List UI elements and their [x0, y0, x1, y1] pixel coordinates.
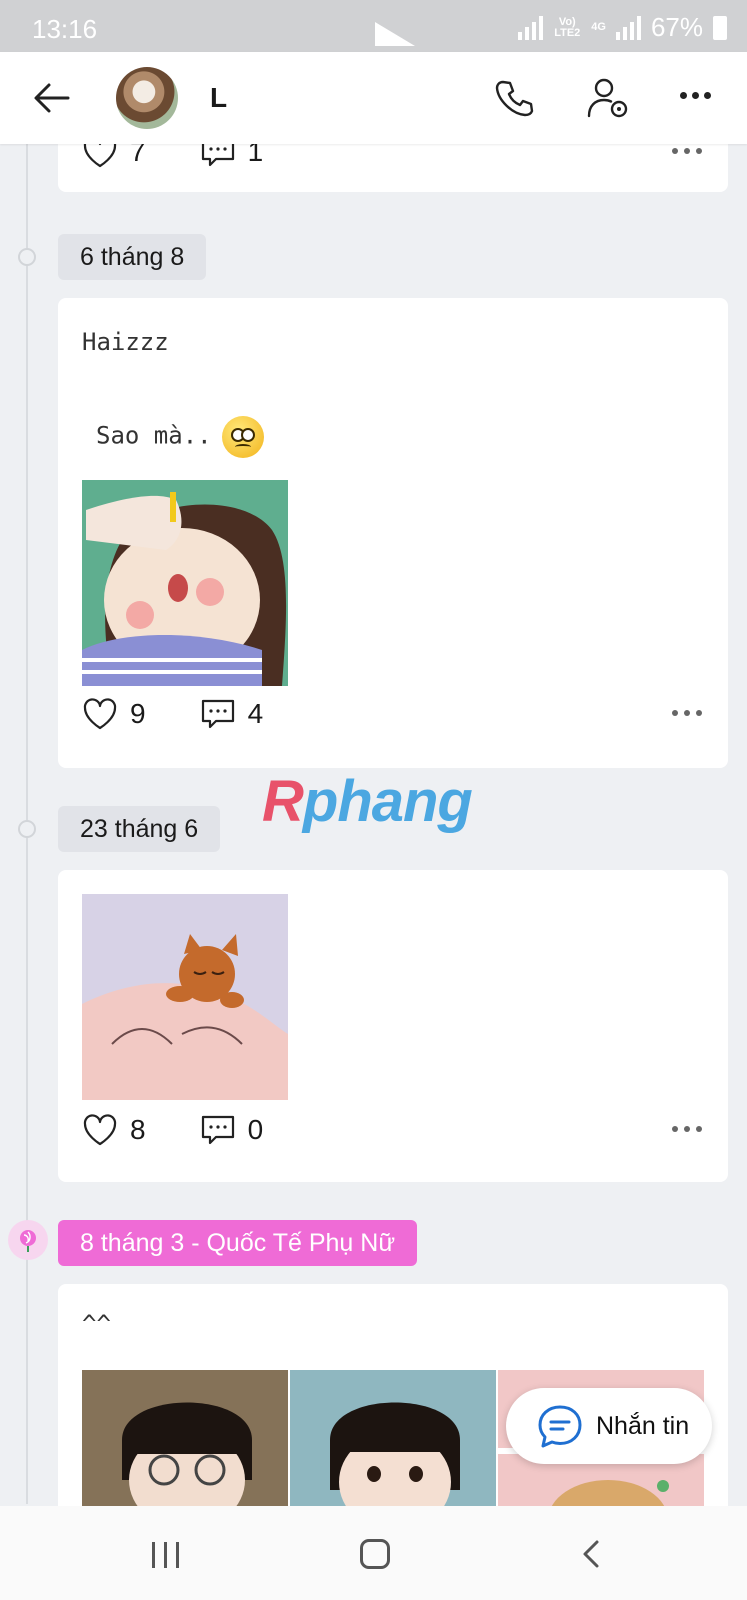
post-more-icon[interactable]	[672, 710, 702, 716]
system-nav-bar	[0, 1506, 747, 1600]
comment-count: 4	[247, 698, 264, 729]
contact-name[interactable]: L	[210, 82, 227, 114]
chat-header: L	[0, 52, 747, 144]
post-text-line: ^^	[82, 1310, 111, 1338]
volte-label: Vo) LTE2	[554, 15, 581, 39]
date-tag: 23 tháng 6	[58, 806, 221, 852]
status-time: 13:16	[32, 14, 98, 44]
timeline-dot	[18, 248, 36, 266]
post-actions: 8 0	[82, 1112, 702, 1148]
heart-icon[interactable]	[82, 1113, 118, 1147]
date-tag: 6 tháng 8	[58, 234, 207, 280]
comment-icon[interactable]	[200, 697, 236, 731]
more-options-icon[interactable]	[680, 92, 711, 99]
status-bar: 13:16 Vo) LTE2 4G 67%	[0, 0, 747, 52]
recent-apps-icon[interactable]	[152, 1542, 179, 1568]
post-image[interactable]	[82, 894, 288, 1100]
message-button[interactable]: Nhắn tin	[506, 1388, 712, 1464]
comment-icon[interactable]	[200, 1113, 236, 1147]
post-more-icon[interactable]	[672, 148, 702, 154]
battery-icon	[713, 15, 727, 40]
post-more-icon[interactable]	[672, 1126, 702, 1132]
post-card[interactable]: 8 0	[58, 870, 728, 1182]
network-type: 4G	[591, 21, 606, 33]
phone-icon[interactable]	[494, 78, 534, 118]
nav-back-icon[interactable]	[576, 1538, 608, 1570]
signal-icon-2	[615, 15, 641, 40]
post-card[interactable]: Haizzz Sao mà.. 9 4	[58, 298, 728, 768]
chat-bubble-icon	[538, 1405, 582, 1448]
post-text-line: Haizzz	[82, 328, 169, 356]
timeline-dot	[18, 820, 36, 838]
like-count: 8	[130, 1114, 146, 1145]
heart-icon[interactable]	[82, 697, 118, 731]
post-image[interactable]	[82, 480, 288, 686]
post-text-line: Sao mà..	[96, 421, 212, 450]
back-arrow-icon[interactable]	[32, 78, 72, 118]
avatar[interactable]	[116, 67, 178, 129]
comment-count: 0	[247, 1114, 264, 1145]
status-notch	[375, 22, 415, 46]
signal-icon	[518, 15, 544, 40]
message-button-label: Nhắn tin	[596, 1411, 690, 1440]
battery-level: 67%	[650, 12, 703, 42]
home-icon[interactable]	[360, 1539, 390, 1569]
like-count: 9	[130, 698, 146, 729]
watermark-logo: Rphang	[262, 769, 473, 834]
post-actions: 9 4	[82, 696, 702, 732]
rose-icon	[8, 1220, 48, 1260]
date-tag-special: 8 tháng 3 - Quốc Tế Phụ Nữ	[58, 1220, 418, 1266]
worried-face-emoji	[221, 416, 264, 458]
user-settings-icon[interactable]	[586, 76, 630, 120]
